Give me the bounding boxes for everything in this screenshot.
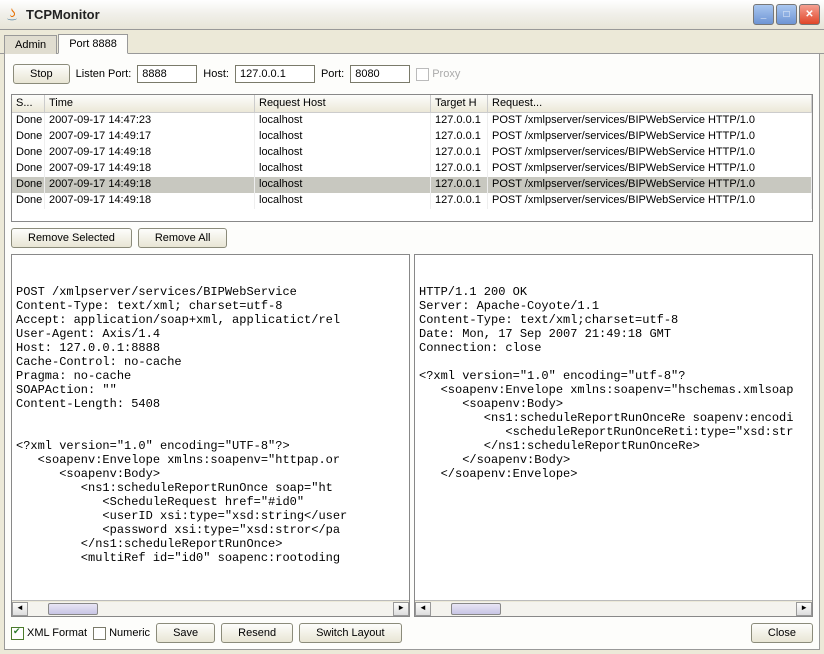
cell-request: POST /xmlpserver/services/BIPWebService … bbox=[488, 161, 812, 177]
window-title: TCPMonitor bbox=[26, 7, 753, 22]
cell-reqhost: localhost bbox=[255, 161, 431, 177]
listen-port-label: Listen Port: bbox=[76, 68, 132, 80]
table-header: S... Time Request Host Target H Request.… bbox=[12, 95, 812, 113]
cell-s: Done bbox=[12, 193, 45, 209]
scroll-right-icon[interactable]: ► bbox=[393, 602, 409, 616]
close-button[interactable]: Close bbox=[751, 623, 813, 643]
cell-request: POST /xmlpserver/services/BIPWebService … bbox=[488, 129, 812, 145]
hscroll-track[interactable] bbox=[28, 602, 393, 616]
xml-format-checkbox[interactable] bbox=[11, 627, 24, 640]
header-request-host[interactable]: Request Host bbox=[255, 95, 431, 112]
cell-target: 127.0.0.1 bbox=[431, 193, 488, 209]
resend-button[interactable]: Resend bbox=[221, 623, 293, 643]
numeric-checkbox[interactable] bbox=[93, 627, 106, 640]
maximize-button[interactable]: □ bbox=[776, 4, 797, 25]
numeric-label: Numeric bbox=[109, 627, 150, 639]
header-target-host[interactable]: Target H bbox=[431, 95, 488, 112]
remove-all-button[interactable]: Remove All bbox=[138, 228, 228, 248]
minimize-button[interactable]: _ bbox=[753, 4, 774, 25]
cell-reqhost: localhost bbox=[255, 177, 431, 193]
cell-request: POST /xmlpserver/services/BIPWebService … bbox=[488, 177, 812, 193]
remove-buttons-row: Remove Selected Remove All bbox=[11, 228, 813, 248]
titlebar: TCPMonitor _ □ ✕ bbox=[0, 0, 824, 30]
response-content: HTTP/1.1 200 OK Server: Apache-Coyote/1.… bbox=[419, 285, 808, 617]
table-body[interactable]: Done2007-09-17 14:47:23localhost127.0.0.… bbox=[12, 113, 812, 222]
response-pane[interactable]: HTTP/1.1 200 OK Server: Apache-Coyote/1.… bbox=[414, 254, 813, 617]
host-label: Host: bbox=[203, 68, 229, 80]
tab-strip: Admin Port 8888 bbox=[0, 30, 824, 54]
cell-target: 127.0.0.1 bbox=[431, 145, 488, 161]
cell-time: 2007-09-17 14:49:18 bbox=[45, 161, 255, 177]
requests-table: S... Time Request Host Target H Request.… bbox=[11, 94, 813, 222]
cell-target: 127.0.0.1 bbox=[431, 129, 488, 145]
cell-request: POST /xmlpserver/services/BIPWebService … bbox=[488, 145, 812, 161]
save-button[interactable]: Save bbox=[156, 623, 215, 643]
cell-target: 127.0.0.1 bbox=[431, 113, 488, 129]
cell-request: POST /xmlpserver/services/BIPWebService … bbox=[488, 113, 812, 129]
cell-time: 2007-09-17 14:49:18 bbox=[45, 177, 255, 193]
port-input[interactable] bbox=[350, 65, 410, 83]
cell-reqhost: localhost bbox=[255, 193, 431, 209]
cell-target: 127.0.0.1 bbox=[431, 177, 488, 193]
header-request[interactable]: Request... bbox=[488, 95, 812, 112]
hscroll-thumb[interactable] bbox=[48, 603, 98, 615]
switch-layout-button[interactable]: Switch Layout bbox=[299, 623, 401, 643]
numeric-checkbox-wrap[interactable]: Numeric bbox=[93, 627, 150, 640]
cell-s: Done bbox=[12, 177, 45, 193]
proxy-label: Proxy bbox=[432, 68, 460, 80]
tab-port[interactable]: Port 8888 bbox=[58, 34, 128, 54]
xml-format-checkbox-wrap[interactable]: XML Format bbox=[11, 627, 87, 640]
cell-time: 2007-09-17 14:49:17 bbox=[45, 129, 255, 145]
main-content: Stop Listen Port: Host: Port: Proxy S...… bbox=[4, 54, 820, 650]
table-row[interactable]: Done2007-09-17 14:49:18localhost127.0.0.… bbox=[12, 161, 812, 177]
table-row[interactable]: Done2007-09-17 14:49:18localhost127.0.0.… bbox=[12, 145, 812, 161]
tab-admin[interactable]: Admin bbox=[4, 35, 57, 54]
request-hscrollbar[interactable]: ◄ ► bbox=[12, 600, 409, 616]
scroll-left-icon[interactable]: ◄ bbox=[415, 602, 431, 616]
cell-request: POST /xmlpserver/services/BIPWebService … bbox=[488, 193, 812, 209]
bottom-toolbar: XML Format Numeric Save Resend Switch La… bbox=[11, 623, 813, 643]
detail-panes: POST /xmlpserver/services/BIPWebService … bbox=[11, 254, 813, 617]
port-label: Port: bbox=[321, 68, 344, 80]
request-content: POST /xmlpserver/services/BIPWebService … bbox=[16, 285, 405, 617]
java-icon bbox=[4, 7, 20, 23]
cell-reqhost: localhost bbox=[255, 145, 431, 161]
close-window-button[interactable]: ✕ bbox=[799, 4, 820, 25]
cell-reqhost: localhost bbox=[255, 129, 431, 145]
cell-s: Done bbox=[12, 161, 45, 177]
table-row[interactable]: Done2007-09-17 14:49:18localhost127.0.0.… bbox=[12, 193, 812, 209]
xml-format-label: XML Format bbox=[27, 627, 87, 639]
cell-time: 2007-09-17 14:47:23 bbox=[45, 113, 255, 129]
host-input[interactable] bbox=[235, 65, 315, 83]
cell-time: 2007-09-17 14:49:18 bbox=[45, 145, 255, 161]
scroll-right-icon[interactable]: ► bbox=[796, 602, 812, 616]
request-pane[interactable]: POST /xmlpserver/services/BIPWebService … bbox=[11, 254, 410, 617]
cell-target: 127.0.0.1 bbox=[431, 161, 488, 177]
header-time[interactable]: Time bbox=[45, 95, 255, 112]
connection-controls: Stop Listen Port: Host: Port: Proxy bbox=[11, 60, 813, 88]
proxy-checkbox-wrap[interactable]: Proxy bbox=[416, 68, 460, 81]
window-controls: _ □ ✕ bbox=[753, 4, 820, 25]
cell-s: Done bbox=[12, 113, 45, 129]
response-hscrollbar[interactable]: ◄ ► bbox=[415, 600, 812, 616]
table-row[interactable]: Done2007-09-17 14:49:18localhost127.0.0.… bbox=[12, 177, 812, 193]
remove-selected-button[interactable]: Remove Selected bbox=[11, 228, 132, 248]
table-row[interactable]: Done2007-09-17 14:49:17localhost127.0.0.… bbox=[12, 129, 812, 145]
scroll-left-icon[interactable]: ◄ bbox=[12, 602, 28, 616]
header-status[interactable]: S... bbox=[12, 95, 45, 112]
cell-time: 2007-09-17 14:49:18 bbox=[45, 193, 255, 209]
hscroll-track[interactable] bbox=[431, 602, 796, 616]
listen-port-input[interactable] bbox=[137, 65, 197, 83]
table-row[interactable]: Done2007-09-17 14:47:23localhost127.0.0.… bbox=[12, 113, 812, 129]
cell-reqhost: localhost bbox=[255, 113, 431, 129]
hscroll-thumb[interactable] bbox=[451, 603, 501, 615]
stop-button[interactable]: Stop bbox=[13, 64, 70, 84]
cell-s: Done bbox=[12, 129, 45, 145]
cell-s: Done bbox=[12, 145, 45, 161]
proxy-checkbox[interactable] bbox=[416, 68, 429, 81]
